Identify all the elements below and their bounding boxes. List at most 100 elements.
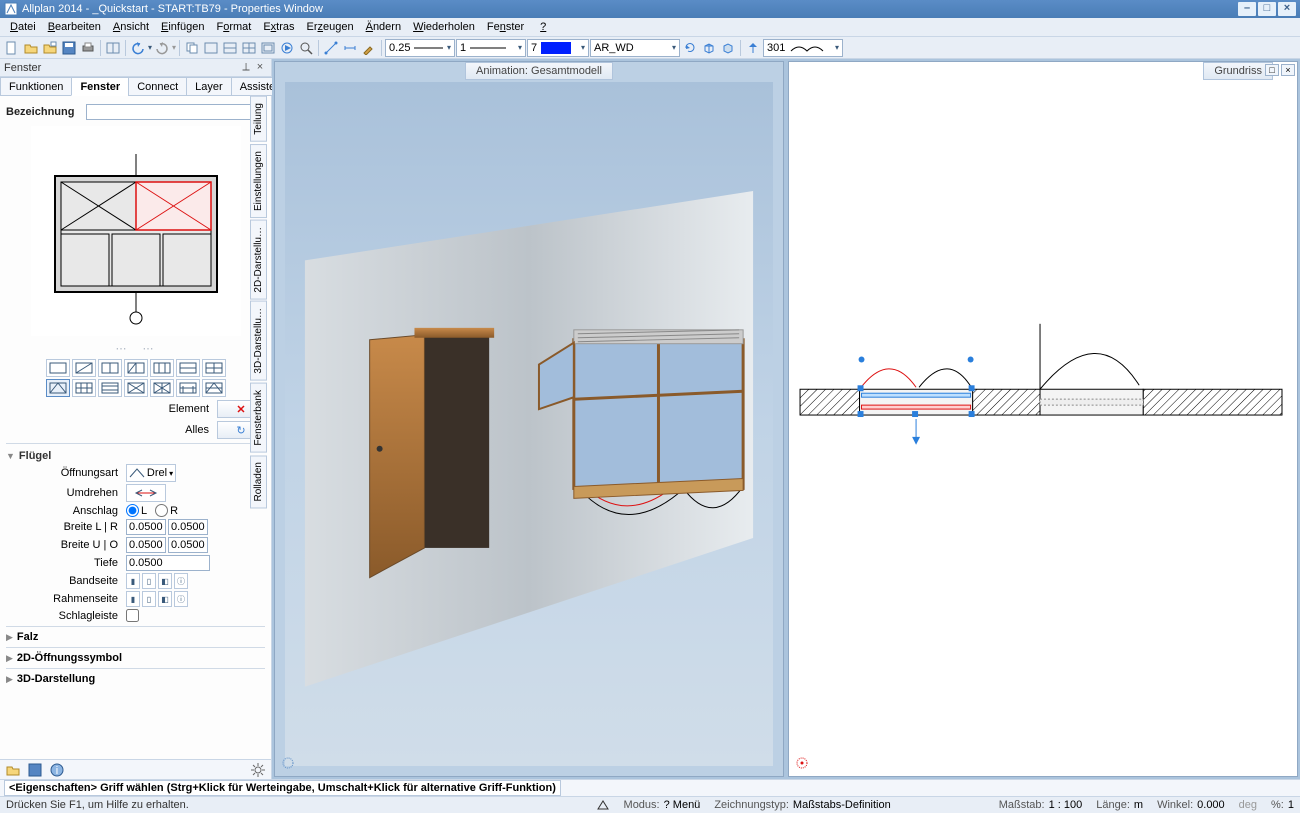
menu-aendern[interactable]: Ändern [360, 21, 407, 33]
menu-help[interactable]: ? [534, 21, 552, 33]
tool-win2[interactable] [221, 39, 239, 57]
bezeichnung-input[interactable] [86, 104, 265, 120]
anschlag-l-radio[interactable]: L [126, 504, 147, 517]
tab-fenster[interactable]: Fenster [71, 77, 129, 96]
breite-r-input[interactable] [168, 519, 208, 535]
menu-fenster[interactable]: Fenster [481, 21, 530, 33]
tool-new[interactable] [3, 39, 21, 57]
anschlag-r-radio[interactable]: R [155, 504, 178, 517]
maximize-button[interactable]: □ [1258, 2, 1276, 16]
foot-info[interactable]: i [48, 761, 66, 779]
pct-value[interactable]: 1 [1288, 799, 1294, 811]
viewport-3d[interactable]: Animation: Gesamtmodell [274, 61, 784, 777]
viewport-2d[interactable]: Grundriss □ × [788, 61, 1298, 777]
sidetab-teilung[interactable]: Teilung [250, 96, 267, 142]
pin-icon[interactable]: ⟂ [239, 61, 253, 75]
undo-dropdown[interactable]: ▾ [148, 43, 152, 52]
massstab-value[interactable]: 1 : 100 [1049, 799, 1083, 811]
tool-cube2[interactable] [719, 39, 737, 57]
tool-print[interactable] [79, 39, 97, 57]
tab-layer[interactable]: Layer [186, 77, 232, 96]
od2d-header[interactable]: ▶2D-Öffnungssymbol [6, 652, 265, 664]
tool-refresh[interactable] [681, 39, 699, 57]
minimize-button[interactable]: – [1238, 2, 1256, 16]
foot-settings[interactable] [249, 761, 267, 779]
draworder-dropdown[interactable]: 301 ▾ [763, 39, 843, 57]
close-button[interactable]: × [1278, 2, 1296, 16]
oeffnungsart-dropdown[interactable]: Drel ▾ [126, 464, 176, 482]
tool-copy[interactable] [183, 39, 201, 57]
viewport-maximize[interactable]: □ [1265, 64, 1279, 76]
sash-opt-4[interactable] [124, 359, 148, 377]
redo-dropdown[interactable]: ▾ [172, 43, 176, 52]
linetype-dropdown[interactable]: 1 ▾ [456, 39, 526, 57]
od3d-header[interactable]: ▶3D-Darstellung [6, 673, 265, 685]
sash-opt-9[interactable] [72, 379, 96, 397]
tool-cube[interactable] [700, 39, 718, 57]
breite-u-input[interactable] [126, 537, 166, 553]
sash-opt-11[interactable] [124, 379, 148, 397]
tool-order-up[interactable] [744, 39, 762, 57]
bandseite-4[interactable]: ⓘ [174, 573, 188, 589]
viewport-3d-origin-icon[interactable] [281, 756, 295, 770]
viewport-3d-tab[interactable]: Animation: Gesamtmodell [465, 62, 613, 80]
close-icon[interactable]: × [253, 61, 267, 75]
tool-dim[interactable] [341, 39, 359, 57]
tiefe-input[interactable] [126, 555, 210, 571]
winkel-value[interactable]: 0.000 [1197, 799, 1225, 811]
sash-opt-13[interactable] [176, 379, 200, 397]
bandseite-1[interactable]: ▮ [126, 573, 140, 589]
tool-open2[interactable] [41, 39, 59, 57]
sidetab-einstellungen[interactable]: Einstellungen [250, 144, 267, 218]
tool-zoom[interactable] [297, 39, 315, 57]
menu-bearbeiten[interactable]: Bearbeiten [42, 21, 107, 33]
tool-win1[interactable] [202, 39, 220, 57]
breite-o-input[interactable] [168, 537, 208, 553]
schlagleiste-checkbox[interactable] [126, 609, 139, 622]
menu-extras[interactable]: Extras [257, 21, 300, 33]
tool-layout[interactable] [104, 39, 122, 57]
viewport-2d-origin-icon[interactable] [795, 756, 809, 770]
drag-dots-right[interactable]: ⋯ [143, 342, 156, 355]
sidetab-2d[interactable]: 2D-Darstellu… [250, 220, 267, 300]
tab-connect[interactable]: Connect [128, 77, 187, 96]
sash-opt-7[interactable] [202, 359, 226, 377]
rahmenseite-2[interactable]: ▯ [142, 591, 156, 607]
bandseite-2[interactable]: ▯ [142, 573, 156, 589]
layer-dropdown[interactable]: AR_WD ▾ [590, 39, 680, 57]
tool-measure[interactable] [322, 39, 340, 57]
sash-opt-6[interactable] [176, 359, 200, 377]
modus-value[interactable]: ? Menü [664, 799, 701, 811]
color-dropdown[interactable]: 7 ▾ [527, 39, 589, 57]
tool-save[interactable] [60, 39, 78, 57]
sash-opt-5[interactable] [150, 359, 174, 377]
plan-drawing[interactable] [789, 62, 1297, 776]
rahmenseite-4[interactable]: ⓘ [174, 591, 188, 607]
tool-open[interactable] [22, 39, 40, 57]
rahmenseite-1[interactable]: ▮ [126, 591, 140, 607]
sash-opt-12[interactable] [150, 379, 174, 397]
sash-opt-10[interactable] [98, 379, 122, 397]
sash-opt-14[interactable] [202, 379, 226, 397]
rahmenseite-3[interactable]: ◧ [158, 591, 172, 607]
zeichnungstyp-value[interactable]: Maßstabs-Definition [793, 799, 891, 811]
tool-redo[interactable] [153, 39, 171, 57]
window-preview[interactable] [31, 126, 241, 336]
sidetab-fensterbank[interactable]: Fensterbank [250, 383, 267, 453]
viewport-2d-tab[interactable]: Grundriss [1203, 62, 1273, 80]
laenge-value[interactable]: m [1134, 799, 1143, 811]
sash-opt-3[interactable] [98, 359, 122, 377]
bandseite-3[interactable]: ◧ [158, 573, 172, 589]
menu-wiederholen[interactable]: Wiederholen [407, 21, 481, 33]
tool-anim[interactable] [278, 39, 296, 57]
menu-erzeugen[interactable]: Erzeugen [301, 21, 360, 33]
tool-brush[interactable] [360, 39, 378, 57]
sash-opt-1[interactable] [46, 359, 70, 377]
tool-win3[interactable] [240, 39, 258, 57]
sidetab-3d[interactable]: 3D-Darstellu… [250, 301, 267, 381]
tool-undo[interactable] [129, 39, 147, 57]
menu-format[interactable]: Format [210, 21, 257, 33]
sash-opt-8[interactable] [46, 379, 70, 397]
tool-win4[interactable] [259, 39, 277, 57]
menu-ansicht[interactable]: Ansicht [107, 21, 155, 33]
